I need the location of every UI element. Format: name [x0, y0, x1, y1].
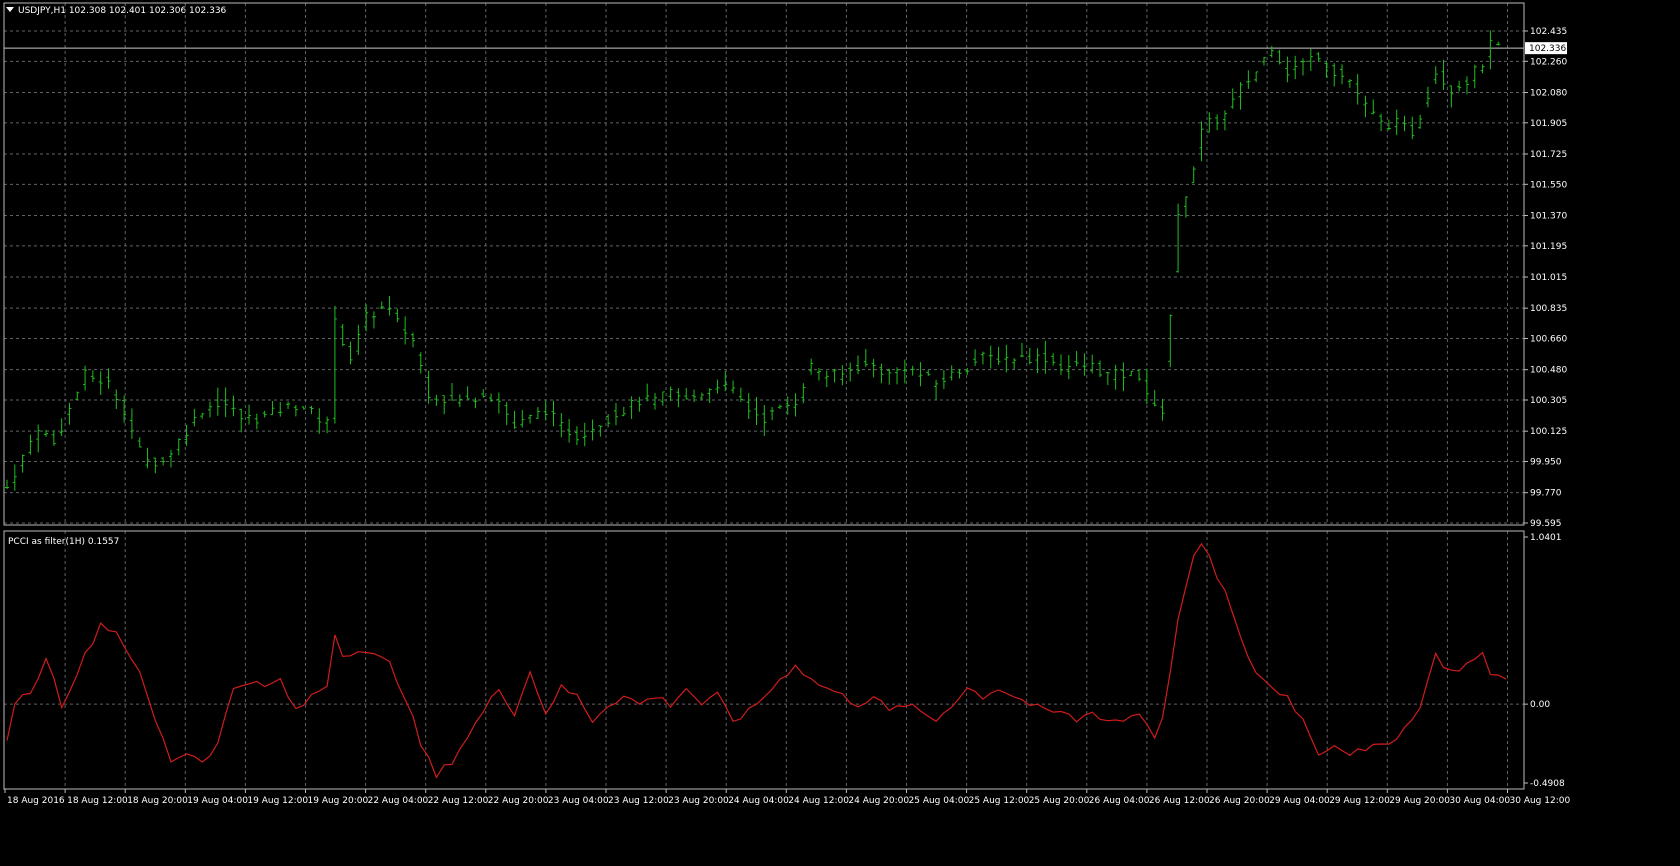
y-tick-label: 100.125 — [1530, 427, 1567, 437]
grid — [4, 3, 1524, 789]
x-tick-label: 18 Aug 2016 — [7, 796, 65, 806]
y-tick-label: 101.550 — [1530, 180, 1567, 190]
x-tick-label: 29 Aug 12:00 — [1329, 796, 1390, 806]
x-tick-label: 18 Aug 20:00 — [127, 796, 188, 806]
y-tick-label: 101.905 — [1530, 119, 1567, 129]
x-tick-label: 26 Aug 04:00 — [1089, 796, 1150, 806]
y-tick-label: 100.835 — [1530, 304, 1567, 314]
x-tick-label: 29 Aug 20:00 — [1389, 796, 1450, 806]
x-tick-label: 30 Aug 12:00 — [1510, 796, 1571, 806]
y-tick-label: 102.080 — [1530, 89, 1567, 99]
indicator-pane-frame — [3, 530, 1525, 790]
y-tick-label: 100.480 — [1530, 366, 1567, 376]
x-tick-label: 18 Aug 12:00 — [67, 796, 128, 806]
y-tick-label: 102.260 — [1530, 57, 1567, 67]
x-tick-label: 26 Aug 20:00 — [1209, 796, 1270, 806]
x-tick-label: 22 Aug 12:00 — [428, 796, 489, 806]
y-tick-label: 102.435 — [1530, 27, 1567, 37]
main-pane-frame — [3, 2, 1525, 526]
x-tick-label: 25 Aug 04:00 — [909, 796, 970, 806]
y-tick-label: 99.950 — [1530, 458, 1562, 468]
x-tick-label: 22 Aug 20:00 — [488, 796, 549, 806]
x-tick-label: 24 Aug 20:00 — [848, 796, 909, 806]
x-tick-label: 19 Aug 20:00 — [308, 796, 369, 806]
indicator-pane[interactable] — [6, 542, 1507, 779]
x-tick-label: 25 Aug 20:00 — [1029, 796, 1090, 806]
indicator-y-label: -0.4908 — [1530, 779, 1565, 789]
x-tick-label: 19 Aug 12:00 — [247, 796, 308, 806]
x-tick-label: 22 Aug 04:00 — [368, 796, 429, 806]
indicator-line-series — [6, 542, 1507, 779]
indicator-y-label: 1.0401 — [1530, 533, 1562, 543]
y-tick-label: 99.595 — [1530, 519, 1562, 529]
x-tick-label: 24 Aug 04:00 — [728, 796, 789, 806]
main-chart-pane[interactable] — [4, 30, 1524, 491]
y-tick-label: 101.015 — [1530, 273, 1567, 283]
x-tick-label: 30 Aug 04:00 — [1449, 796, 1510, 806]
axes: 18 Aug 2016 18 Aug 12:00 18 Aug 20:00 19 Au… — [3, 2, 1571, 806]
x-tick-label: 24 Aug 12:00 — [788, 796, 849, 806]
x-tick-label: 23 Aug 12:00 — [608, 796, 669, 806]
price-chart[interactable]: 18 Aug 2016 18 Aug 12:00 18 Aug 20:00 19 Au… — [0, 0, 1680, 866]
y-tick-label: 100.305 — [1530, 396, 1567, 406]
x-tick-label: 23 Aug 04:00 — [548, 796, 609, 806]
x-tick-label: 25 Aug 12:00 — [969, 796, 1030, 806]
y-tick-label: 101.195 — [1530, 242, 1567, 252]
y-tick-label: 99.770 — [1530, 489, 1562, 499]
x-tick-label: 19 Aug 04:00 — [187, 796, 248, 806]
x-tick-label: 23 Aug 20:00 — [668, 796, 729, 806]
current-price-label: 102.336 — [1529, 44, 1566, 54]
y-tick-label: 101.725 — [1530, 150, 1567, 160]
y-tick-label: 100.660 — [1530, 335, 1567, 345]
x-tick-label: 29 Aug 04:00 — [1269, 796, 1330, 806]
y-tick-label: 101.370 — [1530, 212, 1567, 222]
x-tick-label: 26 Aug 12:00 — [1149, 796, 1210, 806]
indicator-y-label: 0.00 — [1530, 700, 1550, 710]
